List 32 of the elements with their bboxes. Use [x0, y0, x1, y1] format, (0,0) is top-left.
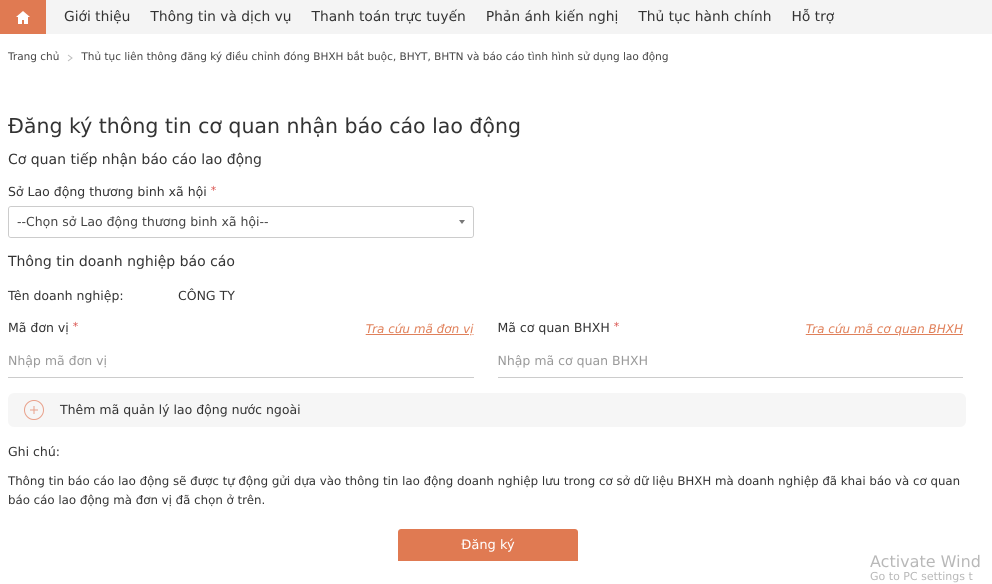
nav-link[interactable]: Hỗ trợ	[781, 6, 844, 28]
required-mark: *	[72, 319, 78, 336]
nav-link[interactable]: Giới thiệu	[54, 6, 140, 28]
nav-link[interactable]: Thủ tục hành chính	[628, 6, 782, 28]
page-title: Đăng ký thông tin cơ quan nhận báo cáo lao động	[8, 114, 522, 138]
note-text: Thông tin báo cáo lao động sẽ được tự động gửi dựa vào thông tin lao động doanh nghiệp lưu trong cơ sở dữ liệu BHXH mà doanh nghiệp đã khai báo và cơ quan báo cáo lao động mà đơn vị đã chọn ở trên.	[8, 472, 962, 509]
company-name: CÔNG TY	[178, 286, 235, 305]
expander-label: Thêm mã quản lý lao động nước ngoài	[60, 400, 301, 419]
required-mark: *	[210, 183, 216, 200]
expander-bar[interactable]: Thêm mã quản lý lao động nước ngoài	[8, 392, 966, 427]
nav-link[interactable]: Phản ánh kiến nghị	[476, 6, 628, 28]
nav-link[interactable]: Thông tin và dịch vụ	[140, 6, 302, 28]
breadcrumb-item: Thủ tục liên thông đăng ký điều chỉnh đóng BHXH bắt buộc, BHYT, BHTN và báo cáo tình hình sử dụng lao động	[81, 50, 669, 65]
field-label: Mã cơ quan BHXH	[498, 319, 610, 338]
activation-notice-text: Go to PC settings t	[870, 571, 974, 584]
nav-link[interactable]: Thanh toán trực tuyến	[302, 6, 476, 28]
input-field[interactable]: Nhập mã cơ quan BHXH	[498, 346, 963, 378]
select-field[interactable]: --Chọn sở Lao động thương binh xã hội--	[8, 206, 474, 238]
field-label: Mã đơn vị	[8, 319, 69, 338]
caret-icon	[459, 220, 465, 224]
field-label: Sở Lao động thương binh xã hội	[8, 183, 207, 202]
field-label: Tên doanh nghiệp:	[8, 286, 125, 305]
section-heading: Cơ quan tiếp nhận báo cáo lao động	[8, 152, 263, 170]
note-label: Ghi chú:	[8, 442, 61, 461]
input-field[interactable]: Nhập mã đơn vị	[8, 346, 474, 378]
breadcrumb-item[interactable]: Trang chủ	[8, 50, 60, 66]
required-mark: *	[614, 319, 620, 336]
home-icon	[16, 10, 30, 24]
activation-notice-title: Activate Wind	[870, 552, 982, 572]
section-heading: Thông tin doanh nghiệp báo cáo	[8, 254, 236, 271]
home-button[interactable]	[0, 0, 46, 34]
plus-icon	[24, 400, 44, 420]
